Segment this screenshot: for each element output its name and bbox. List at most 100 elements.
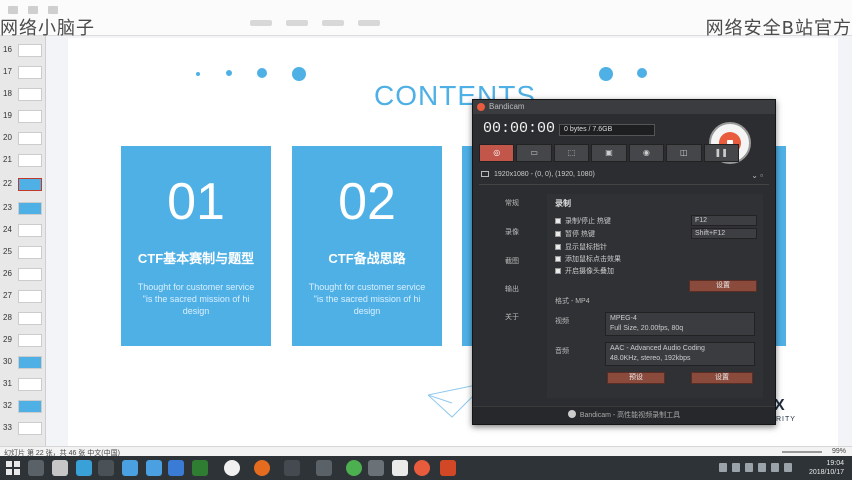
app-icon[interactable] <box>122 460 138 476</box>
slide-thumbnail[interactable]: 24 <box>0 220 46 242</box>
card-number: 01 <box>167 173 225 231</box>
device-mode-icon[interactable]: ▣ <box>591 144 627 162</box>
bandicam-logo-icon <box>477 103 485 111</box>
tray-icon[interactable] <box>745 463 753 472</box>
bandicam-window[interactable]: Bandicam 00:00:00 0 bytes / 7.6GB ◎ ▭ ⬚ … <box>472 99 776 425</box>
checkbox[interactable] <box>555 244 561 250</box>
zoom-level[interactable]: 99% <box>832 448 846 455</box>
slide-thumbnail[interactable]: 31 <box>0 374 46 396</box>
bandicam-titlebar[interactable]: Bandicam <box>473 100 775 114</box>
app-icon[interactable] <box>146 460 162 476</box>
ribbon-tab[interactable] <box>286 20 308 26</box>
tray-icon[interactable] <box>732 463 740 472</box>
slide-thumbnail-selected[interactable]: 22 <box>0 174 46 196</box>
settings-button[interactable]: 设置 <box>689 280 757 292</box>
app-icon[interactable] <box>316 460 332 476</box>
resolution-text: 1920x1080 - (0, 0), (1920, 1080) <box>494 171 595 178</box>
thumbnail-preview <box>18 356 42 369</box>
slide-thumbnail[interactable]: 17 <box>0 62 46 84</box>
app-icon[interactable] <box>52 460 68 476</box>
record-timer: 00:00:00 <box>483 120 556 137</box>
ribbon-tab[interactable] <box>322 20 344 26</box>
powerpoint-icon[interactable] <box>440 460 456 476</box>
checkbox[interactable] <box>555 256 561 262</box>
checkbox-hotkey-record[interactable]: 录制/停止 热键 <box>555 216 611 226</box>
wechat-icon[interactable] <box>392 460 408 476</box>
screen-mode-icon[interactable]: ▭ <box>516 144 552 162</box>
slide-number: 32 <box>3 401 12 410</box>
app-icon[interactable] <box>98 460 114 476</box>
checkbox-webcam-overlay[interactable]: 开启摄像头叠加 <box>555 266 614 276</box>
ribbon-tab[interactable] <box>250 20 272 26</box>
slide-thumbnail[interactable]: 27 <box>0 286 46 308</box>
menu-output[interactable]: 输出 <box>505 284 519 294</box>
window-controls[interactable]: ⌄ ▫ <box>751 171 763 180</box>
tray-icon[interactable] <box>758 463 766 472</box>
webcam-icon[interactable]: ◉ <box>628 144 665 162</box>
hotkey-field-record[interactable]: F12 <box>691 215 757 226</box>
slide-thumbnail[interactable]: 16 <box>0 40 46 62</box>
menu-about[interactable]: 关于 <box>505 312 519 322</box>
format-settings-button[interactable]: 设置 <box>691 372 753 384</box>
slide-thumbnail[interactable]: 30 <box>0 352 46 374</box>
redo-icon[interactable] <box>48 6 58 14</box>
app-icon[interactable] <box>284 460 300 476</box>
facebook-icon <box>567 410 576 418</box>
region-mode-icon[interactable]: ⬚ <box>553 144 590 162</box>
screenshot-icon[interactable]: ◫ <box>666 144 702 162</box>
app-icon[interactable] <box>168 460 184 476</box>
slide-number: 29 <box>3 335 12 344</box>
menu-general[interactable]: 常规 <box>505 198 519 208</box>
slide-thumbnail[interactable]: 21 <box>0 150 46 172</box>
slide-thumbnail[interactable]: 20 <box>0 128 46 150</box>
app-icon[interactable] <box>76 460 92 476</box>
bandicam-taskbar-icon[interactable] <box>414 460 430 476</box>
checkbox-click-effect[interactable]: 添加鼠标点击效果 <box>555 254 621 264</box>
slide-thumbnail[interactable]: 23 <box>0 198 46 220</box>
card-title: CTF基本赛制与题型 <box>137 251 255 266</box>
tray-icon[interactable] <box>719 463 727 472</box>
taskbar-clock[interactable]: 19:04 2018/10/17 <box>809 459 844 477</box>
menu-video[interactable]: 录像 <box>505 227 519 237</box>
app-icon[interactable] <box>192 460 208 476</box>
slide-thumbnail[interactable]: 19 <box>0 106 46 128</box>
zoom-slider[interactable] <box>782 451 822 453</box>
preset-button[interactable]: 预设 <box>607 372 665 384</box>
logo-subtext: RITY <box>776 416 796 423</box>
resolution-line: 1920x1080 - (0, 0), (1920, 1080) <box>481 171 595 178</box>
tray-icon[interactable] <box>771 463 779 472</box>
slide-thumbnail[interactable]: 33 <box>0 418 46 440</box>
save-icon[interactable] <box>8 6 18 14</box>
pause-icon[interactable]: ❚❚ <box>703 144 739 162</box>
watermark-right: 网络安全B站官方 <box>705 18 852 39</box>
windows-start-icon[interactable] <box>6 461 20 475</box>
slide-thumbnail[interactable]: 29 <box>0 330 46 352</box>
app-icon[interactable] <box>346 460 362 476</box>
tray-icon[interactable] <box>784 463 792 472</box>
bandicam-footer[interactable]: Bandicam - 高性能视频录制工具 <box>473 406 775 424</box>
thumbnail-preview <box>18 224 42 237</box>
card-title: CTF备战思路 <box>328 251 406 266</box>
screen: 网络小脑子 网络安全B站官方 16 17 18 19 20 21 22 23 2… <box>0 0 852 480</box>
slide-thumbnail[interactable]: 26 <box>0 264 46 286</box>
game-mode-icon[interactable]: ◎ <box>479 144 515 162</box>
checkbox-hotkey-pause[interactable]: 暂停 热键 <box>555 229 595 239</box>
checkbox[interactable] <box>555 218 561 224</box>
slide-thumbnail[interactable]: 32 <box>0 396 46 418</box>
undo-icon[interactable] <box>28 6 38 14</box>
checkbox[interactable] <box>555 231 561 237</box>
thumbnail-preview <box>18 246 42 259</box>
app-icon[interactable] <box>368 460 384 476</box>
slide-thumbnail[interactable]: 25 <box>0 242 46 264</box>
qq-browser-icon[interactable] <box>224 460 240 476</box>
slide-thumbnail[interactable]: 18 <box>0 84 46 106</box>
menu-image[interactable]: 截图 <box>505 256 519 266</box>
slide-thumbnail[interactable]: 28 <box>0 308 46 330</box>
hotkey-field-pause[interactable]: Shift+F12 <box>691 228 757 239</box>
system-tray <box>719 463 792 472</box>
ribbon-tab[interactable] <box>358 20 380 26</box>
firefox-icon[interactable] <box>254 460 270 476</box>
file-explorer-icon[interactable] <box>28 460 44 476</box>
checkbox[interactable] <box>555 268 561 274</box>
checkbox-show-cursor[interactable]: 显示鼠标指针 <box>555 242 607 252</box>
